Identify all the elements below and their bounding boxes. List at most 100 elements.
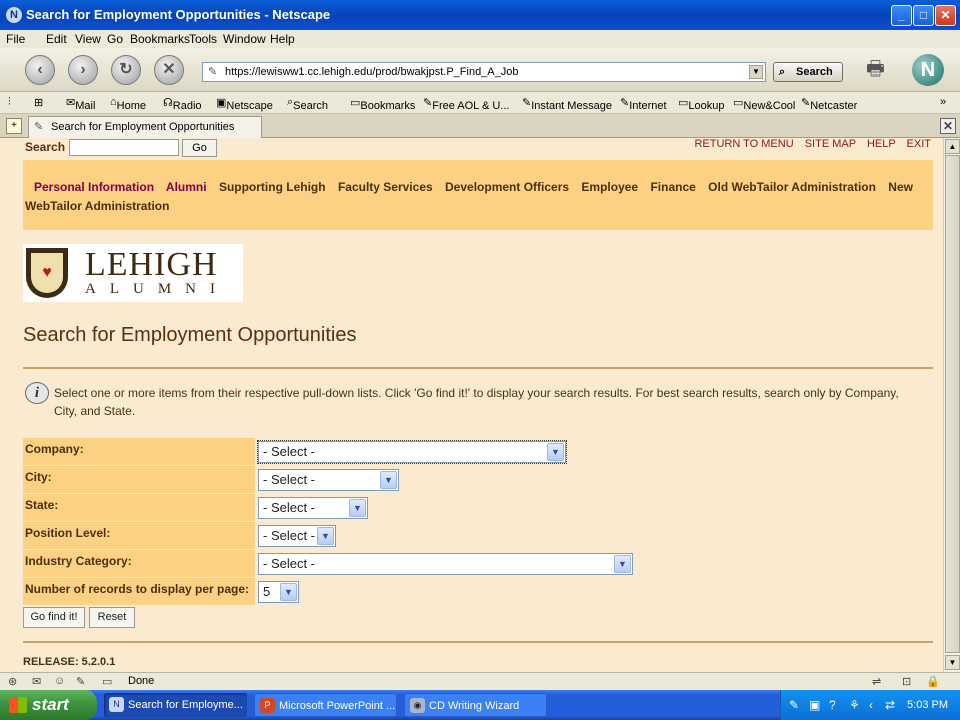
site-map-link[interactable]: SITE MAP bbox=[805, 138, 856, 150]
menu-development-officers[interactable]: Development Officers bbox=[445, 180, 569, 194]
toolbar-bookmarks[interactable]: ▭ Bookmarks bbox=[350, 96, 415, 112]
city-label: City: bbox=[23, 466, 255, 493]
scroll-thumb[interactable] bbox=[945, 155, 960, 653]
tabs-icon[interactable]: ⊞ bbox=[34, 96, 43, 109]
tray-icon-4[interactable]: ⚘ bbox=[849, 698, 860, 712]
menu-finance[interactable]: Finance bbox=[650, 180, 695, 194]
clock[interactable]: 5:03 PM bbox=[907, 699, 948, 711]
print-icon[interactable]: 🖶 bbox=[866, 54, 892, 80]
toolbar-radio[interactable]: ☊ Radio bbox=[163, 96, 202, 112]
position-level-select[interactable]: - Select - ▼ bbox=[258, 525, 336, 547]
records-per-page-select[interactable]: 5 ▼ bbox=[258, 581, 299, 603]
toolbar-netscape[interactable]: ▣ Netscape bbox=[216, 96, 273, 112]
site-search-go-button[interactable]: Go bbox=[182, 139, 217, 157]
state-label: State: bbox=[23, 494, 255, 521]
site-search-label: Search bbox=[25, 140, 66, 154]
tray-help-icon[interactable]: ? bbox=[829, 698, 836, 712]
close-button[interactable]: ✕ bbox=[935, 5, 956, 26]
task-netscape[interactable]: N Search for Employme... bbox=[104, 693, 247, 717]
menu-edit[interactable]: Edit bbox=[46, 32, 67, 46]
toolbar-overflow-icon[interactable]: » bbox=[940, 96, 946, 108]
status-bar: ⊛ ✉ ☺ ✎ ▭ Done ⇌ ⊡ 🔒 bbox=[0, 672, 960, 690]
toolbar-free-aol[interactable]: ✎ Free AOL & U... bbox=[423, 96, 509, 112]
page-icon: ✎ bbox=[208, 66, 218, 78]
scroll-down-icon[interactable]: ▼ bbox=[945, 655, 960, 670]
toolbar-instant-message[interactable]: ✎ Instant Message bbox=[522, 96, 612, 112]
toolbar-mail[interactable]: ✉ Mail bbox=[66, 96, 95, 112]
reload-icon[interactable]: ↻ bbox=[111, 55, 141, 85]
info-icon: i bbox=[25, 382, 49, 404]
composer-icon[interactable]: ✎ bbox=[76, 675, 85, 688]
maximize-button[interactable]: □ bbox=[913, 5, 934, 26]
exit-link[interactable]: EXIT bbox=[907, 138, 931, 150]
menu-bookmarks[interactable]: Bookmarks bbox=[130, 32, 190, 46]
menu-file[interactable]: File bbox=[6, 32, 25, 46]
tray-icon-1[interactable]: ✎ bbox=[789, 698, 799, 712]
tray-icon-5[interactable]: ‹ bbox=[869, 698, 873, 712]
close-tab-icon[interactable]: ✕ bbox=[940, 118, 956, 134]
city-select[interactable]: - Select - ▼ bbox=[258, 469, 399, 491]
new-tab-icon[interactable]: + bbox=[6, 118, 22, 134]
site-search-input[interactable] bbox=[69, 139, 179, 156]
menu-employee[interactable]: Employee bbox=[581, 180, 638, 194]
position-level-label: Position Level: bbox=[23, 522, 255, 549]
mail-icon[interactable]: ✉ bbox=[32, 675, 41, 688]
netscape-logo[interactable]: N bbox=[912, 54, 944, 86]
im-icon[interactable]: ☺ bbox=[54, 675, 65, 687]
task-cd-writing-wizard[interactable]: ◉ CD Writing Wizard bbox=[404, 693, 547, 717]
vertical-scrollbar[interactable]: ▲ ▼ bbox=[943, 138, 960, 672]
company-select[interactable]: - Select - ▼ bbox=[257, 440, 567, 464]
minimize-button[interactable]: _ bbox=[891, 5, 912, 26]
menu-supporting-lehigh[interactable]: Supporting Lehigh bbox=[219, 180, 326, 194]
menu-faculty-services[interactable]: Faculty Services bbox=[338, 180, 433, 194]
url-field[interactable]: ✎ https://lewisww1.cc.lehigh.edu/prod/bw… bbox=[202, 62, 766, 82]
task-powerpoint[interactable]: P Microsoft PowerPoint ... bbox=[254, 693, 397, 717]
search-icon: ⌕ bbox=[779, 66, 786, 78]
industry-category-select[interactable]: - Select - ▼ bbox=[258, 553, 633, 575]
menu-new-webtailor-cont[interactable]: WebTailor Administration bbox=[25, 199, 169, 213]
help-link[interactable]: HELP bbox=[867, 138, 896, 150]
security-icon: ⊡ bbox=[902, 676, 912, 688]
toolbar-lookup[interactable]: ▭ Lookup bbox=[678, 96, 725, 112]
toolbar-search[interactable]: ⌕ Search bbox=[287, 96, 328, 112]
menu-old-webtailor[interactable]: Old WebTailor Administration bbox=[708, 180, 876, 194]
forward-icon[interactable]: › bbox=[68, 55, 98, 85]
tray-network-icon[interactable]: ⇄ bbox=[885, 698, 895, 712]
go-find-it-button[interactable]: Go find it! bbox=[23, 607, 85, 628]
toolbar-grip-icon: ⫶ bbox=[8, 96, 11, 108]
menu-help[interactable]: Help bbox=[270, 32, 295, 46]
return-to-menu-link[interactable]: RETURN TO MENU bbox=[694, 138, 793, 150]
company-label: Company: bbox=[23, 438, 255, 465]
start-button[interactable]: start bbox=[0, 690, 97, 720]
toolbar-newcool[interactable]: ▭ New&Cool bbox=[733, 96, 795, 112]
toolbar-home[interactable]: ⌂ Home bbox=[110, 96, 146, 112]
menu-view[interactable]: View bbox=[75, 32, 101, 46]
windows-logo-icon bbox=[9, 697, 27, 713]
globe-icon[interactable]: ⊛ bbox=[8, 675, 17, 688]
reset-button[interactable]: Reset bbox=[89, 607, 135, 628]
toolbar-netcaster[interactable]: ✎ Netcaster bbox=[801, 96, 857, 112]
netscape-app-icon[interactable]: N bbox=[6, 7, 22, 23]
stop-icon[interactable]: ✕ bbox=[154, 55, 184, 85]
menu-new-webtailor[interactable]: New bbox=[888, 180, 913, 194]
main-menu: Personal Information Alumni Supporting L… bbox=[23, 160, 933, 230]
cd-icon: ◉ bbox=[410, 698, 425, 713]
tab-search-employment[interactable]: ✎ Search for Employment Opportunities bbox=[28, 116, 262, 138]
menu-go[interactable]: Go bbox=[107, 32, 123, 46]
url-dropdown-icon[interactable]: ▼ bbox=[749, 65, 763, 79]
menu-alumni[interactable]: Alumni bbox=[166, 180, 207, 194]
menu-tools[interactable]: Tools bbox=[189, 32, 217, 46]
tray-icon-2[interactable]: ▣ bbox=[809, 698, 820, 712]
scroll-up-icon[interactable]: ▲ bbox=[945, 139, 960, 154]
back-icon[interactable]: ‹ bbox=[25, 55, 55, 85]
divider bbox=[23, 641, 933, 643]
page-content: Search Go RETURN TO MENU SITE MAP HELP E… bbox=[0, 138, 943, 672]
toolbar-internet[interactable]: ✎ Internet bbox=[620, 96, 667, 112]
menu-window[interactable]: Window bbox=[223, 32, 266, 46]
addressbook-icon[interactable]: ▭ bbox=[102, 675, 112, 688]
chevron-down-icon: ▼ bbox=[547, 443, 564, 461]
search-button[interactable]: ⌕ Search bbox=[773, 62, 843, 82]
state-select[interactable]: - Select - ▼ bbox=[258, 497, 368, 519]
menu-personal-information[interactable]: Personal Information bbox=[34, 180, 154, 194]
url-text: https://lewisww1.cc.lehigh.edu/prod/bwak… bbox=[225, 66, 519, 78]
